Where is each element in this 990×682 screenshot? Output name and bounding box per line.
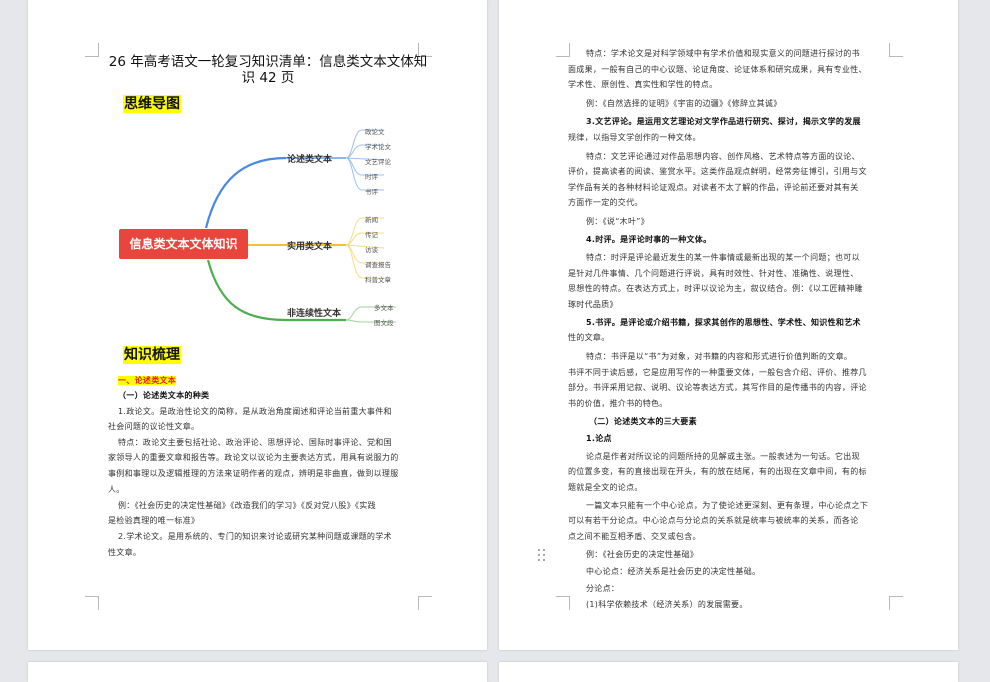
paragraph-line: (1)科学依赖技术（经济关系）的发展需要。 — [586, 599, 748, 609]
paragraph-line: 面成果，一般有自己的中心议题、论证角度、论证体系和研究成果，具有专业性、 — [568, 64, 867, 74]
heading-level2: （一）论述类文本的种类 — [118, 391, 210, 400]
crop-mark — [556, 43, 570, 57]
heading-knowledge: 知识梳理 — [123, 346, 181, 364]
paragraph-line: 部分。书评采用记叙、说明、议论等表达方式，其写作目的是传播书的内容，评论 — [568, 383, 867, 392]
drag-handle-icon[interactable] — [538, 549, 546, 565]
mindmap-branch: 实用类文本 — [287, 242, 333, 252]
mindmap-leaf: 时评 — [365, 173, 378, 181]
paragraph: 人。 — [108, 485, 125, 494]
crop-mark — [889, 43, 903, 57]
paragraph: 1.政论文。是政治性论文的简称，是从政治角度阐述和评论当前重大事件和 — [118, 407, 392, 416]
paragraph-line: 书评不同于读后感，它是应用写作的一种重要文体，一般包含介绍、评价、推荐几 — [568, 367, 867, 377]
paragraph: 性文章。 — [108, 548, 142, 557]
paragraph-line: 可以有若干分论点。中心论点与分论点的关系就是统率与被统率的关系，而各论 — [568, 516, 859, 525]
mindmap-leaf: 书评 — [365, 188, 378, 196]
mindmap-leaf: 传记 — [365, 231, 378, 239]
paragraph-line: 特点：书评是以“书”为对象，对书籍的内容和形式进行价值判断的文章。 — [586, 352, 853, 361]
paragraph-line: 方面作一定的交代。 — [568, 198, 643, 207]
mindmap-branch: 论述类文本 — [287, 155, 333, 165]
paragraph-line: 例：《说“木叶”》 — [586, 217, 649, 226]
paragraph-line: 思想性的特点。在表达方式上，时评以议论为主，叙议结合。例：《以工匠精神雕 — [568, 284, 863, 293]
document-title: 26 年高考语文一轮复习知识清单：信息类文本文体知识 42 页 — [108, 54, 428, 86]
paragraph-line: 书的价值，推介书的特色。 — [568, 398, 668, 408]
mindmap-connectors — [204, 129, 396, 323]
paragraph-line: 特点：文艺评论通过对作品思想内容、创作风格、艺术特点等方面的议论、 — [586, 151, 860, 161]
mindmap-leaf: 访谈 — [365, 246, 378, 254]
paragraph: 特点：政论文主要包括社论、政治评论、思想评论、国际时事评论、党和国 — [118, 438, 392, 447]
document-page-4 — [499, 662, 958, 682]
paragraph-line: 5.书评。是评论或介绍书籍，探求其创作的思想性、学术性、知识性和艺术 — [586, 317, 861, 327]
paragraph-line: 是针对几件事情、几个问题进行评说，具有时效性、针对性、准确性、说理性、 — [568, 268, 859, 278]
paragraph-line: 中心论点：经济关系是社会历史的决定性基础。 — [586, 566, 761, 576]
paragraph-line: 1.论点 — [586, 433, 612, 443]
document-page-1: 26 年高考语文一轮复习知识清单：信息类文本文体知识 42 页 思维导图 信息类… — [28, 0, 487, 650]
crop-mark — [85, 43, 99, 57]
mindmap-leaf: 文艺评论 — [365, 158, 391, 166]
paragraph-line: 学术性、原创性、真实性和学性的特点。 — [568, 80, 718, 89]
paragraph-line: 点之间不能互相矛盾、交叉或包含。 — [568, 531, 701, 541]
mindmap-leaf: 调查报告 — [365, 261, 391, 269]
paragraph-line: 特点：时评是评论最近发生的某一件事情或最新出现的某一个问题；也可以 — [586, 253, 860, 262]
paragraph-line: 琢时代品质》 — [568, 299, 618, 309]
paragraph: 家领导人的重要文章和报告等。政论文以议论为主要表达方式，用具有说服力的 — [108, 453, 399, 462]
document-page-3 — [28, 662, 487, 682]
paragraph-line: 4.时评。是评论时事的一种文体。 — [586, 235, 712, 244]
paragraph-line: 性的文章。 — [568, 333, 610, 342]
paragraph: 是检验真理的唯一标准》 — [108, 516, 200, 525]
paragraph-line: 一篇文本只能有一个中心论点，为了使论述更深刻、更有条理，中心论点之下 — [586, 500, 869, 510]
crop-mark — [889, 596, 903, 610]
mindmap-branch: 非连续性文本 — [287, 309, 342, 319]
paragraph-line: 学作品有关的各种材料论证观点。对读者不太了解的作品，评论前还要对其有关 — [568, 182, 859, 192]
paragraph: 社会问题的议论性文章。 — [108, 422, 200, 431]
heading-level1: 一、论述类文本 — [118, 376, 177, 385]
paragraph-line: 例：《社会历史的决定性基础》 — [586, 549, 699, 559]
paragraph: 例：《社会历史的决定性基础》《改造我们的学习》《反对党八股》《实践 — [118, 501, 376, 510]
paragraph: 2.学术论文。是用系统的、专门的知识来讨论或研究某种问题或课题的学术 — [118, 532, 392, 541]
mindmap-leaf: 政论文 — [365, 128, 385, 136]
mindmap-leaf: 新闻 — [365, 216, 378, 224]
paragraph-line: 评价，提高读者的阅读、鉴赏水平。这类作品观点鲜明，经常旁征博引，引用与文 — [568, 167, 867, 176]
paragraph-line: 规律，以指导文学创作的一种文体。 — [568, 132, 701, 142]
paragraph-line: 例：《自然选择的证明》《宇宙的边疆》《修辞立其诚》 — [586, 99, 782, 108]
crop-mark — [418, 596, 432, 610]
paragraph-line: （二）论述类文本的三大要素 — [589, 416, 697, 426]
paragraph-line: 的位置多变，有的直接出现在开头，有的放在结尾，有的出现在文章中间，有的标 — [568, 467, 867, 476]
crop-mark — [85, 596, 99, 610]
mindmap-root: 信息类文本文体知识 — [119, 229, 248, 259]
paragraph-line: 题就是全文的论点。 — [568, 482, 643, 492]
mindmap-leaf: 图文段 — [374, 319, 394, 327]
document-page-2: 特点：学术论文是对科学领域中有学术价值和现实意义的问题进行探讨的书面成果，一般有… — [499, 0, 958, 650]
paragraph-line: 分论点： — [586, 583, 620, 593]
paragraph: 事例和事理以及逻辑推理的方法来证明作者的观点，辨明是非曲直，做到以理服 — [108, 469, 399, 478]
crop-mark — [556, 596, 570, 610]
mindmap-leaf: 学术论文 — [365, 143, 391, 151]
paragraph-line: 3.文艺评论。是运用文艺理论对文学作品进行研究、探讨，揭示文学的发展 — [586, 117, 861, 126]
mindmap-leaf: 多文本 — [374, 304, 394, 312]
mindmap-leaf: 科普文章 — [365, 276, 391, 284]
paragraph-line: 论点是作者对所议论的问题所持的见解或主张。一般表述为一句话。它出现 — [586, 451, 860, 461]
heading-mindmap: 思维导图 — [123, 95, 181, 113]
paragraph-line: 特点：学术论文是对科学领域中有学术价值和现实意义的问题进行探讨的书 — [586, 49, 860, 58]
